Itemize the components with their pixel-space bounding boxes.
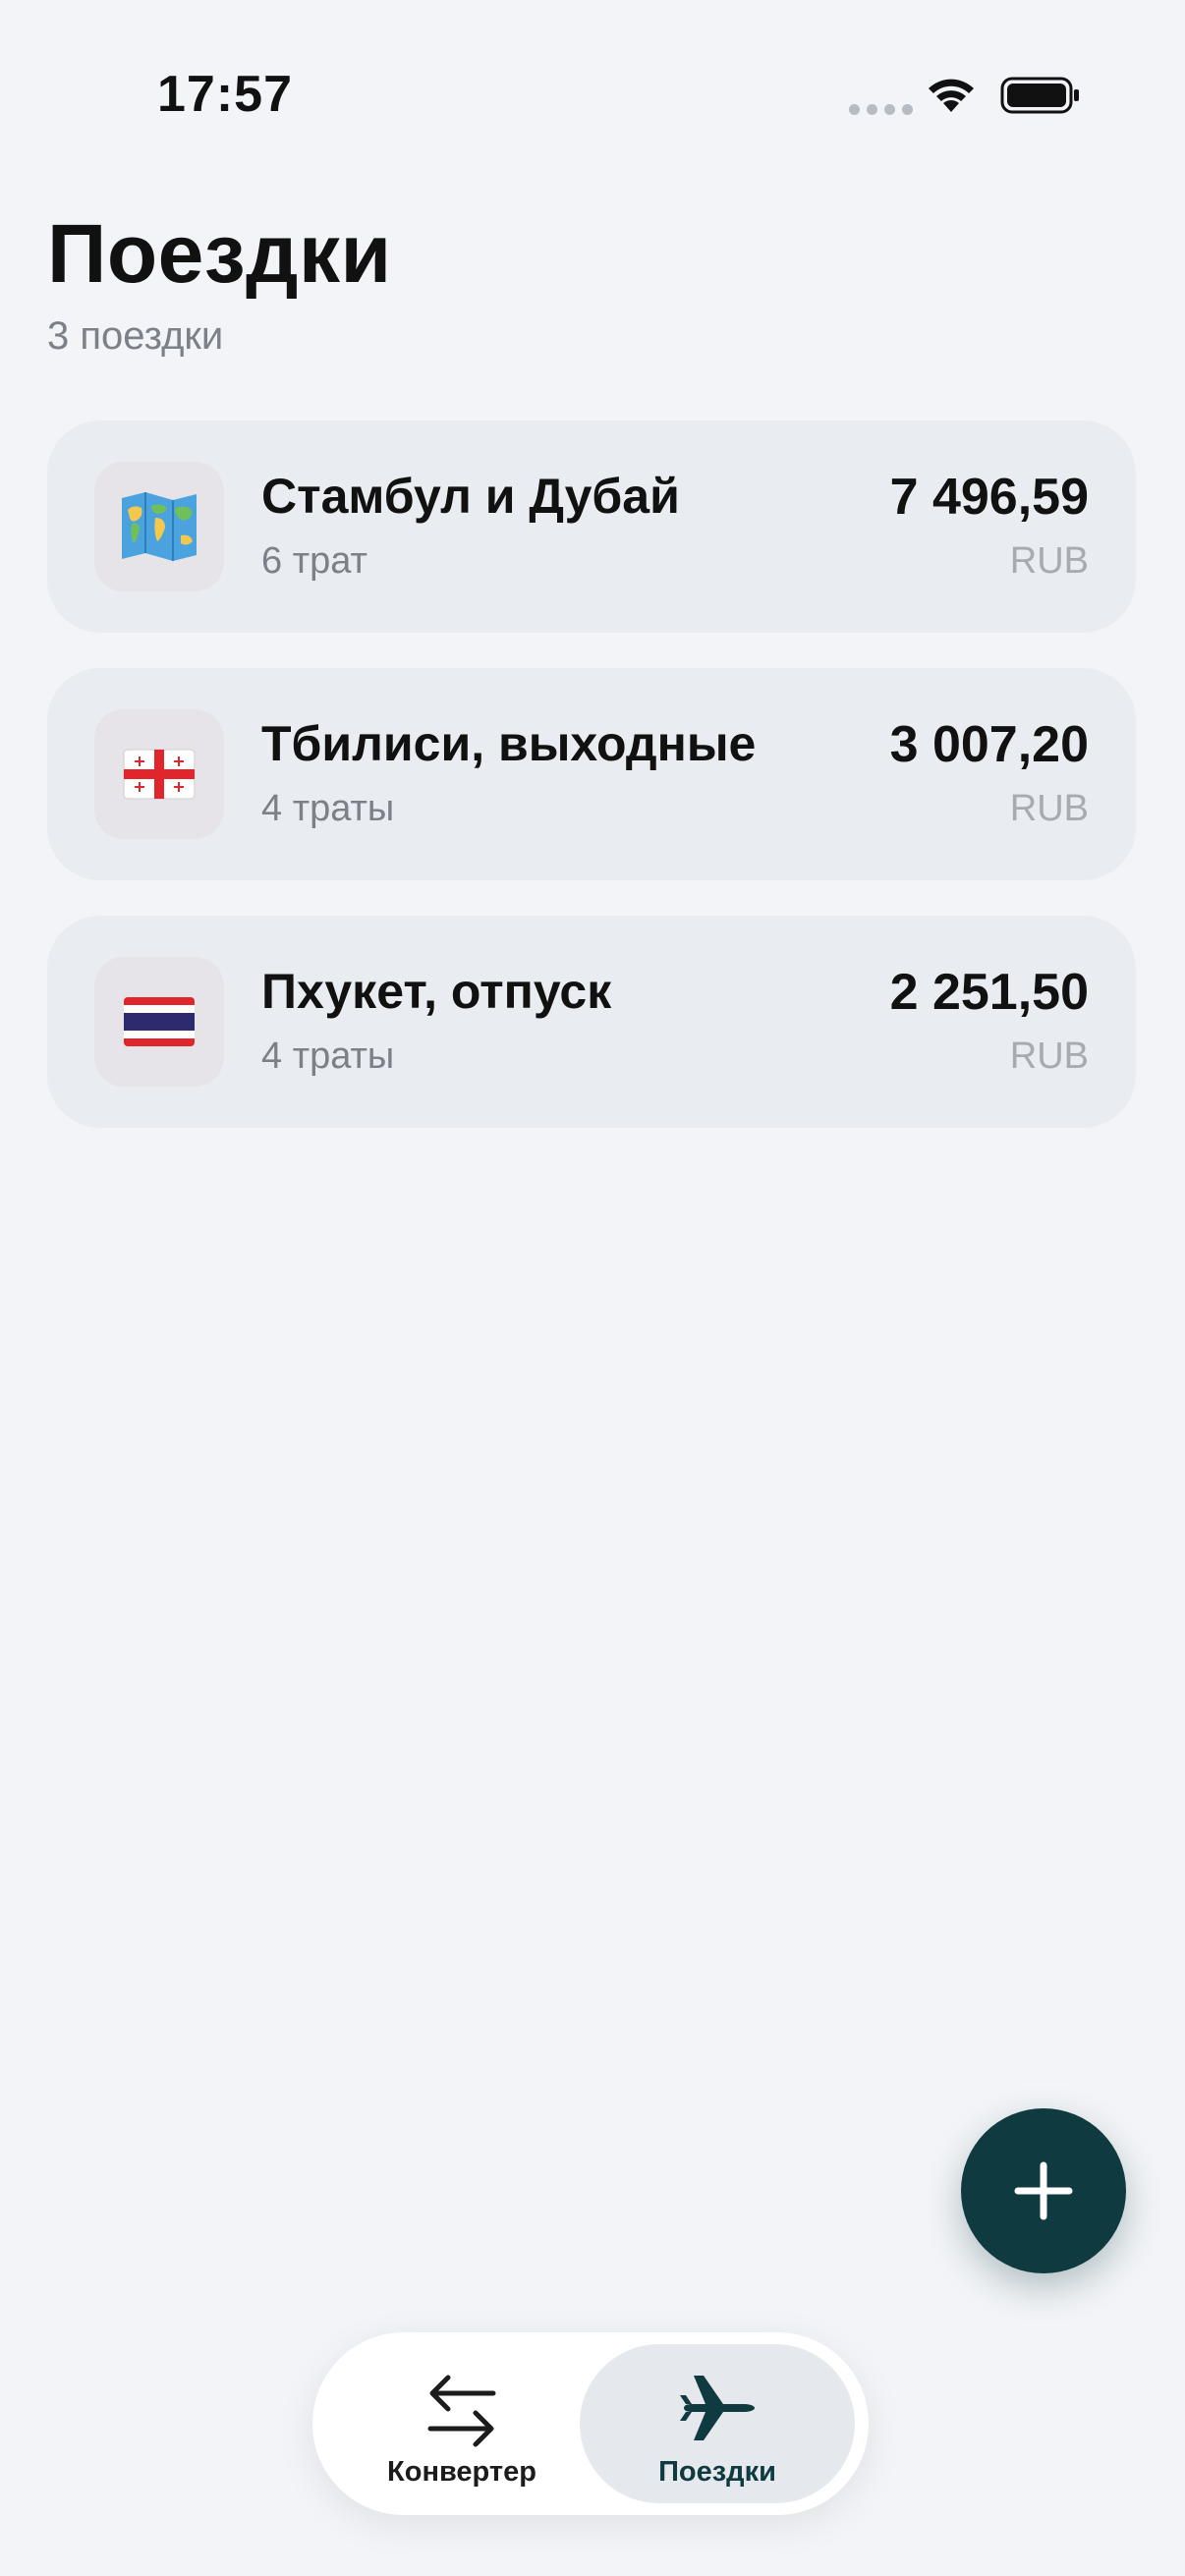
wifi-icon [929, 79, 974, 112]
status-time: 17:57 [157, 66, 293, 123]
airplane-icon [680, 2376, 755, 2440]
trip-expense-count: 4 траты [261, 788, 395, 829]
thailand-flag-icon [124, 997, 195, 1046]
tab-label: Поездки [658, 2456, 776, 2488]
trip-card-istanbul-dubai[interactable]: Стамбул и Дубай 6 трат 7 496,59 RUB [47, 420, 1136, 633]
tab-trips[interactable]: Поездки [580, 2344, 855, 2503]
plus-icon [1014, 2161, 1073, 2220]
bottom-tab-bar: Конвертер Поездки [312, 2332, 869, 2515]
add-trip-button[interactable] [961, 2108, 1126, 2273]
trip-currency: RUB [1009, 1036, 1089, 1077]
trip-name: Пхукет, отпуск [261, 964, 612, 1019]
trip-icon-box [94, 709, 224, 839]
trips-screen: 17:57 Поездки 3 поездки Стамбул и Дубай … [0, 0, 1185, 2576]
trip-total-amount: 3 007,20 [889, 716, 1089, 773]
trip-icon-box [94, 462, 224, 591]
trip-total-amount: 7 496,59 [889, 469, 1089, 526]
trip-expense-count: 6 трат [261, 540, 367, 582]
trip-currency: RUB [1009, 540, 1089, 582]
trip-list: Стамбул и Дубай 6 трат 7 496,59 RUB Тбил… [47, 420, 1136, 1163]
trip-card-tbilisi[interactable]: Тбилиси, выходные 4 траты 3 007,20 RUB [47, 668, 1136, 880]
tab-converter[interactable]: Конвертер [324, 2344, 599, 2503]
trip-name: Стамбул и Дубай [261, 469, 680, 524]
trip-icon-box [94, 957, 224, 1087]
tab-label: Конвертер [387, 2456, 536, 2488]
trip-name: Тбилиси, выходные [261, 716, 757, 771]
trip-card-phuket[interactable]: Пхукет, отпуск 4 траты 2 251,50 RUB [47, 916, 1136, 1128]
trip-expense-count: 4 траты [261, 1036, 395, 1077]
world-map-icon [122, 492, 197, 561]
signal-dots-icon [849, 104, 913, 115]
battery-icon [1000, 77, 1079, 114]
trip-currency: RUB [1009, 788, 1089, 829]
page-title: Поездки [47, 207, 392, 300]
status-bar: 17:57 [0, 0, 1185, 196]
georgia-flag-icon [123, 749, 196, 800]
swap-arrows-icon [427, 2375, 496, 2447]
trips-count-subtitle: 3 поездки [47, 314, 224, 358]
trip-total-amount: 2 251,50 [889, 964, 1089, 1021]
